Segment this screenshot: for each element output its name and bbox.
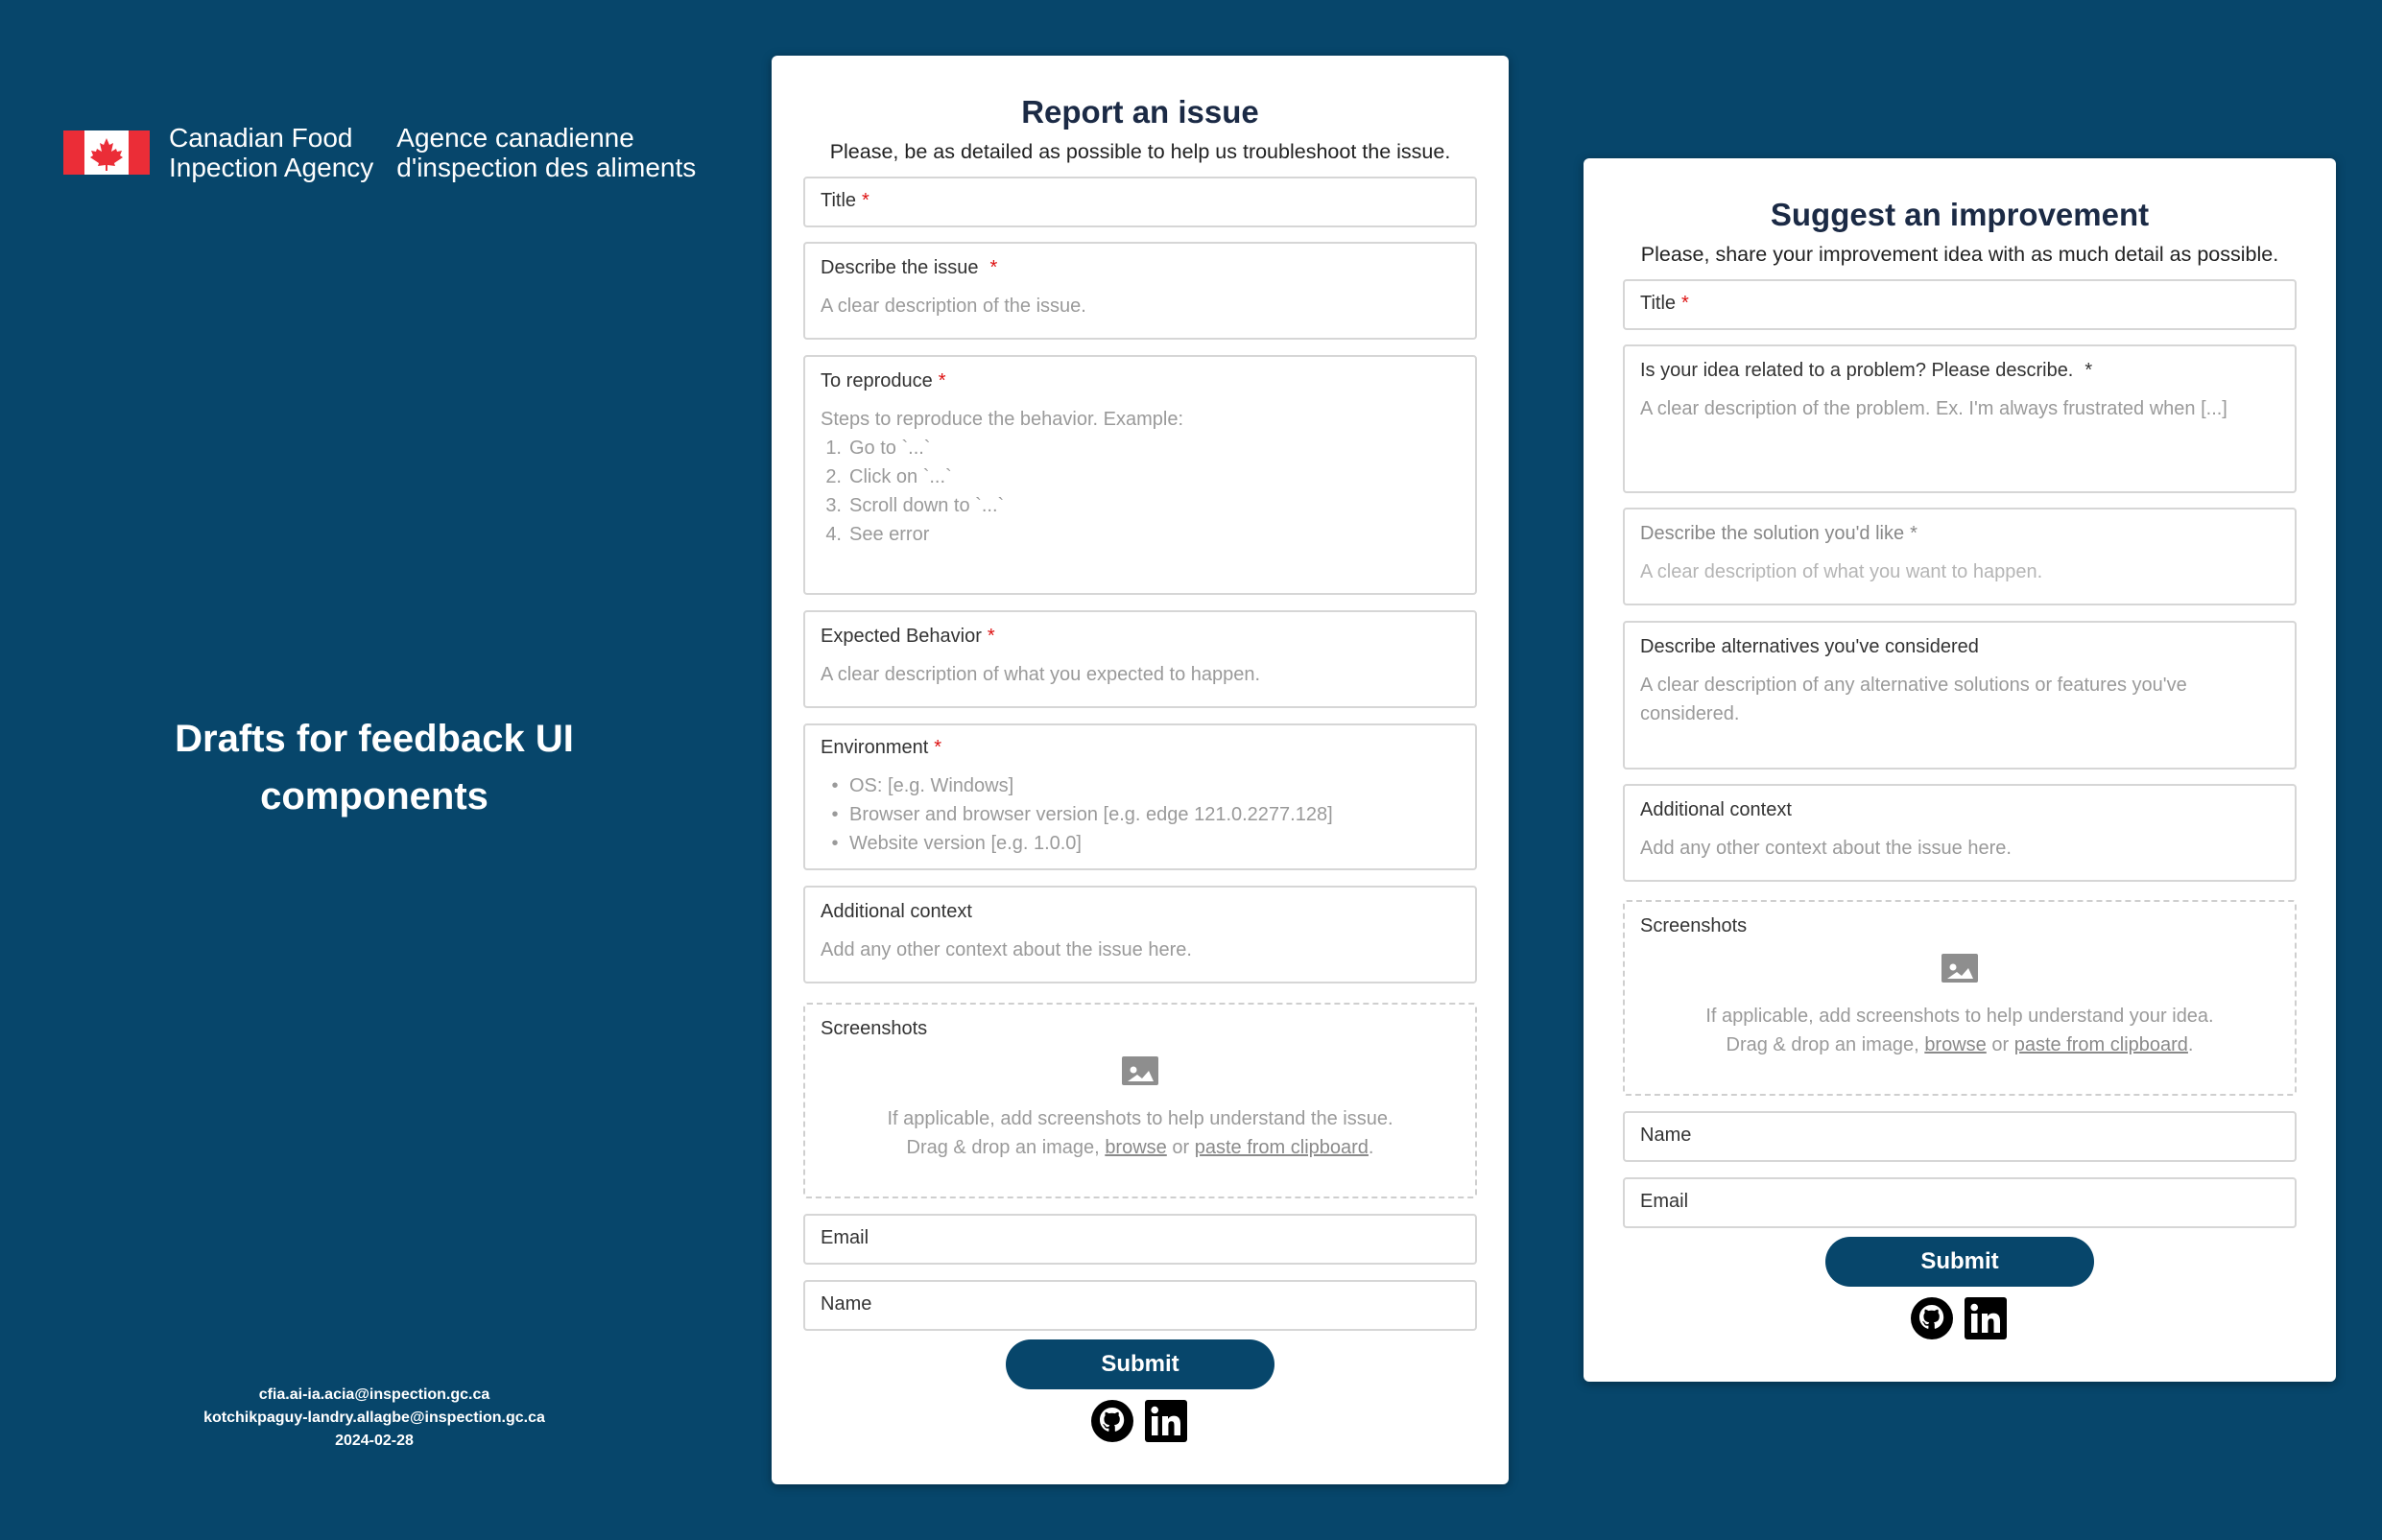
report-environment-label: Environment *: [821, 737, 942, 758]
suggest-subtitle: Please, share your improvement idea with…: [1640, 243, 2279, 266]
required-marker: *: [938, 370, 946, 391]
report-describe-label: Describe the issue *: [821, 257, 998, 278]
report-context-label: Additional context: [821, 901, 972, 922]
paste-from-clipboard-link[interactable]: paste from clipboard: [2014, 1034, 2188, 1055]
report-context-placeholder: Add any other context about the issue he…: [821, 939, 1192, 960]
suggest-social-links: [1910, 1296, 2008, 1340]
contact-email-1: cfia.ai-ia.acia@inspection.gc.ca: [258, 1386, 490, 1403]
report-name-input[interactable]: Name: [803, 1280, 1477, 1331]
required-marker: *: [987, 626, 995, 647]
suggest-solution-label: Describe the solution you'd like *: [1640, 523, 1918, 544]
report-submit-button[interactable]: Submit: [1006, 1339, 1274, 1389]
contact-date: 2024-02-28: [335, 1433, 414, 1449]
agency-name-fr-line1: Agence canadienne: [396, 123, 634, 153]
github-icon[interactable]: [1090, 1399, 1134, 1443]
linkedin-icon[interactable]: [1144, 1399, 1188, 1443]
suggest-screenshots-label: Screenshots: [1640, 915, 1748, 936]
reproduce-intro: Steps to reproduce the behavior. Example…: [821, 409, 1184, 430]
browse-link[interactable]: browse: [1105, 1137, 1166, 1158]
paste-from-clipboard-link[interactable]: paste from clipboard: [1195, 1137, 1369, 1158]
page-heading: Drafts for feedback UI components: [86, 710, 662, 825]
reproduce-step: 3. Scroll down to `...`: [825, 495, 1005, 516]
report-subtitle: Please, be as detailed as possible to he…: [829, 140, 1451, 163]
suggest-email-label: Email: [1640, 1191, 1689, 1212]
suggest-name-input[interactable]: Name: [1623, 1111, 2297, 1162]
suggest-title-label: Title *: [1640, 293, 1689, 314]
report-screenshots-hint: If applicable, add screenshots to help u…: [887, 1108, 1393, 1129]
suggest-context-placeholder: Add any other context about the issue he…: [1640, 838, 2012, 859]
report-issue-card: Report an issue Please, be as detailed a…: [772, 56, 1509, 1484]
suggest-name-label: Name: [1640, 1125, 1692, 1146]
report-screenshots-dropzone[interactable]: Screenshots If applicable, add screensho…: [803, 1003, 1477, 1198]
report-name-label: Name: [821, 1293, 872, 1315]
suggest-screenshots-hint: If applicable, add screenshots to help u…: [1705, 1006, 2214, 1027]
suggest-improvement-card: Suggest an improvement Please, share you…: [1584, 158, 2336, 1382]
report-email-label: Email: [821, 1227, 869, 1248]
report-social-links: [1090, 1399, 1188, 1443]
agency-name-fr: Agence canadienne d'inspection des alime…: [396, 123, 696, 182]
suggest-title-input[interactable]: Title *: [1623, 279, 2297, 330]
suggest-problem-label: Is your idea related to a problem? Pleas…: [1640, 360, 2093, 381]
suggest-alternatives-textarea[interactable]: Describe alternatives you've considered …: [1623, 621, 2297, 770]
suggest-context-textarea[interactable]: Additional context Add any other context…: [1623, 784, 2297, 882]
required-marker: *: [1681, 293, 1689, 314]
suggest-alternatives-placeholder: A clear description of any alternative s…: [1640, 675, 2187, 724]
suggest-problem-placeholder: A clear description of the problem. Ex. …: [1640, 398, 2227, 419]
required-marker: *: [1910, 523, 1918, 544]
report-describe-textarea[interactable]: Describe the issue * A clear description …: [803, 242, 1477, 340]
suggest-alternatives-label: Describe alternatives you've considered: [1640, 636, 1979, 657]
page-heading-line2: components: [260, 775, 488, 817]
browse-link[interactable]: browse: [1924, 1034, 1986, 1055]
suggest-submit-button[interactable]: Submit: [1825, 1237, 2094, 1287]
agency-signature: Canadian Food Inpection Agency Agence ca…: [63, 123, 696, 182]
report-reproduce-placeholder: Steps to reproduce the behavior. Example…: [821, 405, 1460, 549]
report-screenshots-instructions: Drag & drop an image, browse or paste fr…: [906, 1137, 1374, 1158]
report-context-textarea[interactable]: Additional context Add any other context…: [803, 886, 1477, 983]
linkedin-icon[interactable]: [1964, 1296, 2008, 1340]
reproduce-step: 4. See error: [825, 524, 930, 545]
required-marker: *: [989, 257, 998, 278]
suggest-screenshots-instructions: Drag & drop an image, browse or paste fr…: [1726, 1034, 2194, 1055]
required-marker: *: [934, 737, 942, 758]
required-marker: *: [862, 190, 869, 211]
report-expected-label: Expected Behavior *: [821, 626, 995, 647]
image-icon: [1941, 954, 1978, 983]
report-title: Report an issue: [1021, 94, 1259, 130]
agency-name-fr-line2: d'inspection des aliments: [396, 153, 697, 182]
report-expected-placeholder: A clear description of what you expected…: [821, 664, 1261, 685]
suggest-screenshots-dropzone[interactable]: Screenshots If applicable, add screensho…: [1623, 900, 2297, 1096]
suggest-problem-textarea[interactable]: Is your idea related to a problem? Pleas…: [1623, 344, 2297, 493]
suggest-title: Suggest an improvement: [1770, 197, 2150, 232]
report-expected-textarea[interactable]: Expected Behavior * A clear description o…: [803, 610, 1477, 708]
agency-name-en-line2: Inpection Agency: [169, 153, 374, 182]
agency-name-en: Canadian Food Inpection Agency: [169, 123, 373, 182]
report-reproduce-textarea[interactable]: To reproduce * Steps to reproduce the beh…: [803, 355, 1477, 595]
environment-item: • Website version [e.g. 1.0.0]: [831, 833, 1082, 854]
report-environment-textarea[interactable]: Environment * • OS: [e.g. Windows] • Browse…: [803, 723, 1477, 870]
report-environment-placeholder: • OS: [e.g. Windows] • Browser and browser…: [821, 771, 1460, 858]
report-title-label: Title *: [821, 190, 869, 211]
suggest-solution-placeholder: A clear description of what you want to …: [1640, 561, 2043, 582]
report-reproduce-label: To reproduce *: [821, 370, 946, 391]
github-icon[interactable]: [1910, 1296, 1954, 1340]
page-heading-line1: Drafts for feedback UI: [175, 718, 574, 760]
suggest-solution-textarea[interactable]: Describe the solution you'd like * A clea…: [1623, 508, 2297, 605]
reproduce-step: 2. Click on `...`: [825, 466, 952, 487]
report-describe-placeholder: A clear description of the issue.: [821, 296, 1086, 317]
environment-item: • Browser and browser version [e.g. edge …: [831, 804, 1333, 825]
report-email-input[interactable]: Email: [803, 1214, 1477, 1265]
reproduce-step: 1. Go to `...`: [825, 438, 931, 459]
contact-email-2: kotchikpaguy-landry.allagbe@inspection.g…: [203, 1410, 545, 1426]
report-title-input[interactable]: Title *: [803, 177, 1477, 227]
agency-name-en-line1: Canadian Food: [169, 123, 353, 153]
suggest-context-label: Additional context: [1640, 799, 1792, 820]
canada-flag-icon: [63, 130, 150, 175]
image-icon: [1122, 1056, 1158, 1085]
contact-info: cfia.ai-ia.acia@inspection.gc.ca kotchik…: [86, 1384, 662, 1453]
required-marker: *: [2084, 360, 2093, 381]
environment-item: • OS: [e.g. Windows]: [831, 775, 1014, 796]
report-screenshots-label: Screenshots: [821, 1018, 928, 1039]
suggest-email-input[interactable]: Email: [1623, 1177, 2297, 1228]
